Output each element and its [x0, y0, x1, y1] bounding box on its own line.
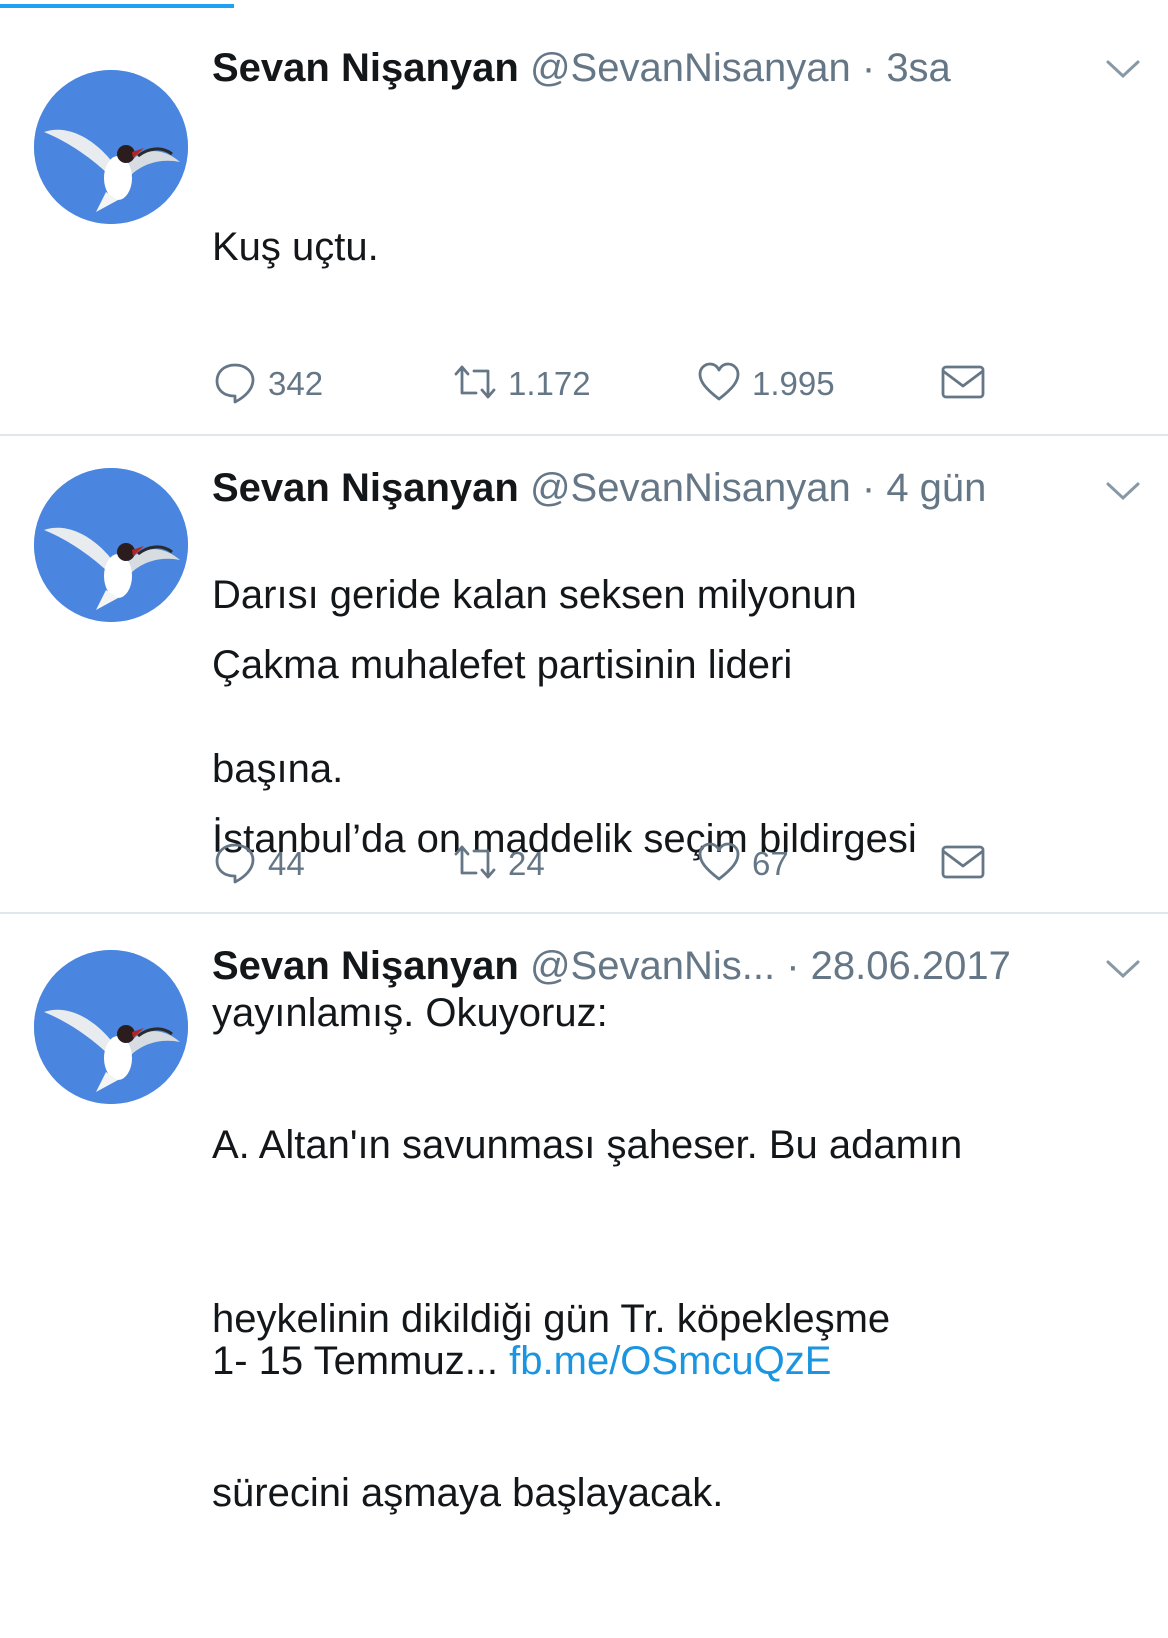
- reply-count: 44: [268, 845, 305, 882]
- tweet-text-line: Kuş uçtu.: [212, 225, 379, 269]
- retweet-count: 24: [508, 845, 545, 882]
- tweet-divider: [0, 434, 1168, 436]
- retweet-button[interactable]: 1.172: [452, 360, 591, 408]
- tweet-actions: 44 24 67: [212, 840, 1012, 888]
- display-name[interactable]: Sevan Nişanyan: [212, 46, 519, 90]
- loading-progress-bar: [0, 0, 1168, 10]
- envelope-icon: [940, 359, 986, 410]
- tweet-text-line: sürecini aşmaya başlayacak.: [212, 1471, 724, 1515]
- tweet-text-line: Çakma muhalefet partisinin lideri: [212, 643, 793, 687]
- seagull-avatar-icon[interactable]: [34, 468, 188, 622]
- seagull-avatar-icon[interactable]: [34, 950, 188, 1104]
- chevron-down-icon[interactable]: [1104, 954, 1142, 984]
- separator-dot: ·: [786, 944, 800, 988]
- tweet-text: A. Altan'ın savunması şaheser. Bu adamın…: [212, 1000, 1112, 1638]
- tweet-text-line: heykelinin dikildiği gün Tr. köpekleşme: [212, 1297, 891, 1341]
- reply-button[interactable]: 44: [212, 840, 305, 888]
- reply-count: 342: [268, 365, 324, 402]
- timestamp[interactable]: 28.06.2017: [811, 944, 1011, 988]
- tweet-text-line: A. Altan'ın savunması şaheser. Bu adamın: [212, 1123, 963, 1167]
- display-name[interactable]: Sevan Nişanyan: [212, 944, 519, 988]
- chevron-down-icon[interactable]: [1104, 54, 1142, 84]
- like-button[interactable]: 1.995: [696, 360, 835, 408]
- reply-button[interactable]: 342: [212, 360, 323, 408]
- direct-message-button[interactable]: [940, 360, 986, 408]
- reply-icon: [212, 839, 258, 890]
- display-name[interactable]: Sevan Nişanyan: [212, 466, 519, 510]
- chevron-down-icon[interactable]: [1104, 476, 1142, 506]
- heart-icon: [696, 359, 742, 410]
- retweet-icon: [452, 839, 498, 890]
- retweet-button[interactable]: 24: [452, 840, 545, 888]
- retweet-count: 1.172: [508, 365, 591, 402]
- user-handle[interactable]: @SevanNis...: [530, 944, 775, 988]
- timestamp[interactable]: 3sa: [886, 46, 951, 90]
- timestamp[interactable]: 4 gün: [886, 466, 986, 510]
- like-count: 1.995: [752, 365, 835, 402]
- separator-dot: ·: [861, 46, 876, 90]
- reply-icon: [212, 359, 258, 410]
- seagull-avatar-icon[interactable]: [34, 70, 188, 224]
- separator-dot: ·: [861, 466, 876, 510]
- user-handle[interactable]: @SevanNisanyan: [530, 46, 851, 90]
- heart-icon: [696, 839, 742, 890]
- tweet-header: Sevan Nişanyan @SevanNisanyan · 4 gün: [212, 460, 986, 516]
- tweet-actions: 342 1.172 1.995: [212, 360, 1012, 408]
- like-button[interactable]: 67: [696, 840, 789, 888]
- progress-fill: [0, 4, 234, 8]
- retweet-icon: [452, 359, 498, 410]
- envelope-icon: [940, 839, 986, 890]
- direct-message-button[interactable]: [940, 840, 986, 888]
- user-handle[interactable]: @SevanNisanyan: [530, 466, 851, 510]
- tweet-header: Sevan Nişanyan @SevanNis... · 28.06.2017: [212, 938, 1011, 994]
- like-count: 67: [752, 845, 789, 882]
- tweet-divider: [0, 912, 1168, 914]
- tweet-header: Sevan Nişanyan @SevanNisanyan · 3sa: [212, 40, 951, 96]
